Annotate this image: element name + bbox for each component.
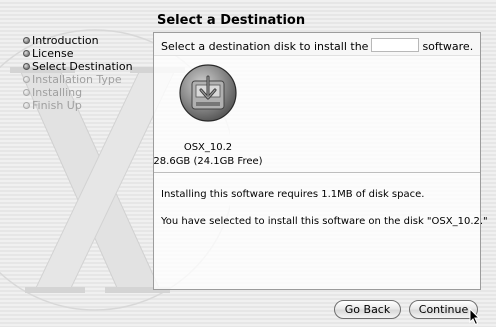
step-bullet-icon bbox=[23, 89, 30, 96]
instruction-bar: Select a destination disk to install the… bbox=[154, 33, 480, 56]
hard-disk-icon[interactable] bbox=[178, 63, 238, 123]
step-installing: Installing bbox=[23, 86, 133, 99]
go-back-button[interactable]: Go Back bbox=[334, 300, 401, 319]
info-area: Installing this software requires 1.1MB … bbox=[154, 173, 488, 289]
instruction-text: Select a destination disk to install the… bbox=[161, 38, 473, 53]
step-label: License bbox=[32, 47, 74, 60]
disk-size: 28.6GB (24.1GB Free) bbox=[153, 156, 263, 167]
step-label: Installing bbox=[32, 86, 83, 99]
installer-steps: Introduction License Select Destination … bbox=[23, 34, 133, 112]
instruction-prefix: Select a destination disk to install the bbox=[161, 40, 369, 53]
product-name-placeholder bbox=[371, 38, 420, 52]
continue-button[interactable]: Continue bbox=[409, 300, 478, 319]
step-bullet-icon bbox=[23, 63, 30, 70]
step-label: Installation Type bbox=[32, 73, 122, 86]
space-required-text: Installing this software requires 1.1MB … bbox=[161, 189, 425, 200]
step-select-destination: Select Destination bbox=[23, 60, 133, 73]
page-title: Select a Destination bbox=[157, 13, 306, 28]
step-installation-type: Installation Type bbox=[23, 73, 133, 86]
step-bullet-icon bbox=[23, 102, 30, 109]
step-introduction: Introduction bbox=[23, 34, 133, 47]
selected-disk-text: You have selected to install this softwa… bbox=[161, 216, 488, 227]
step-license: License bbox=[23, 47, 133, 60]
step-label: Introduction bbox=[32, 34, 99, 47]
instruction-suffix: software. bbox=[422, 40, 474, 53]
step-finish-up: Finish Up bbox=[23, 99, 133, 112]
disk-name: OSX_10.2 bbox=[183, 142, 233, 153]
step-bullet-icon bbox=[23, 37, 30, 44]
disk-list: OSX_10.2 28.6GB (24.1GB Free) bbox=[153, 55, 480, 173]
step-label: Select Destination bbox=[32, 60, 133, 73]
mouse-cursor-icon bbox=[469, 308, 481, 326]
step-bullet-icon bbox=[23, 50, 30, 57]
step-label: Finish Up bbox=[32, 99, 82, 112]
step-bullet-icon bbox=[23, 76, 30, 83]
destination-panel: Select a destination disk to install the… bbox=[153, 32, 488, 290]
